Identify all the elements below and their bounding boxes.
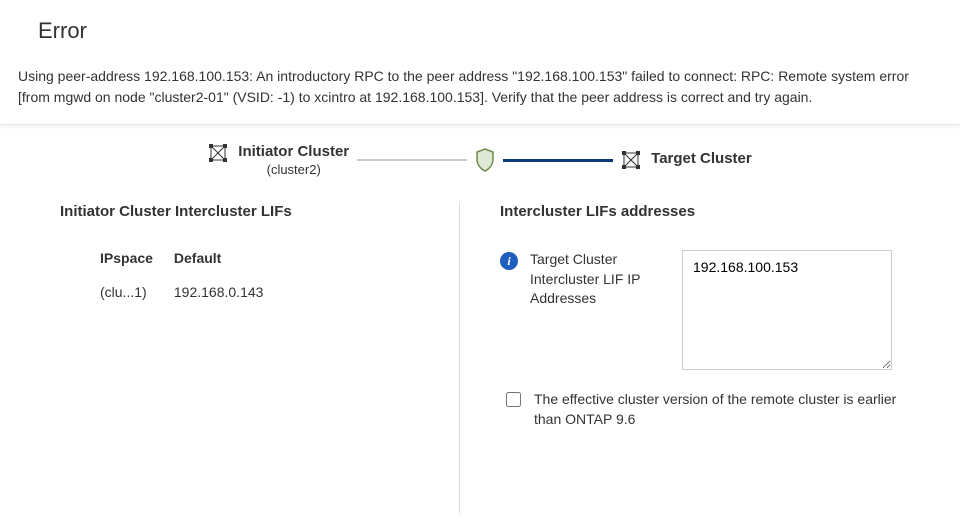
error-panel: Error Using peer-address 192.168.100.153… xyxy=(0,0,960,125)
target-ip-field-label: Target Cluster Intercluster LIF IP Addre… xyxy=(530,250,670,309)
error-title: Error xyxy=(38,18,944,44)
target-cluster-block: Target Cluster xyxy=(621,150,752,170)
lif-row-name: (clu...1) xyxy=(100,284,170,300)
target-cluster-label: Target Cluster xyxy=(651,150,752,167)
cluster-diagram: Initiator Cluster (cluster2) xyxy=(0,143,960,177)
lif-table-header: IPspace Default xyxy=(100,250,439,266)
version-checkbox-label[interactable]: The effective cluster version of the rem… xyxy=(534,390,914,429)
lif-table-row: (clu...1) 192.168.0.143 xyxy=(100,284,439,300)
initiator-lifs-title: Initiator Cluster Intercluster LIFs xyxy=(60,203,439,220)
target-ip-field-row: i Target Cluster Intercluster LIF IP Add… xyxy=(500,250,920,370)
columns: Initiator Cluster Intercluster LIFs IPsp… xyxy=(0,203,960,513)
target-lifs-title: Intercluster LIFs addresses xyxy=(500,203,920,220)
initiator-lifs-column: Initiator Cluster Intercluster LIFs IPsp… xyxy=(20,203,460,513)
shield-icon xyxy=(475,148,495,172)
cluster-icon xyxy=(621,150,641,170)
cluster-icon xyxy=(208,143,228,163)
initiator-cluster-label: Initiator Cluster xyxy=(238,143,349,160)
error-message: Using peer-address 192.168.100.153: An i… xyxy=(18,66,944,108)
target-ip-input[interactable] xyxy=(682,250,892,370)
version-checkbox-row: The effective cluster version of the rem… xyxy=(502,390,920,429)
lif-header-default: Default xyxy=(174,250,221,266)
connection-line-initiator xyxy=(357,159,467,161)
initiator-cluster-block: Initiator Cluster (cluster2) xyxy=(208,143,349,177)
info-icon: i xyxy=(500,252,518,270)
connection-line-target xyxy=(503,159,613,162)
lif-table: IPspace Default (clu...1) 192.168.0.143 xyxy=(100,250,439,300)
version-checkbox[interactable] xyxy=(506,392,521,407)
initiator-cluster-sub: (cluster2) xyxy=(238,162,349,177)
lif-row-ip: 192.168.0.143 xyxy=(174,284,264,300)
lif-header-ipspace: IPspace xyxy=(100,250,170,266)
target-lifs-column: Intercluster LIFs addresses i Target Clu… xyxy=(460,203,940,513)
